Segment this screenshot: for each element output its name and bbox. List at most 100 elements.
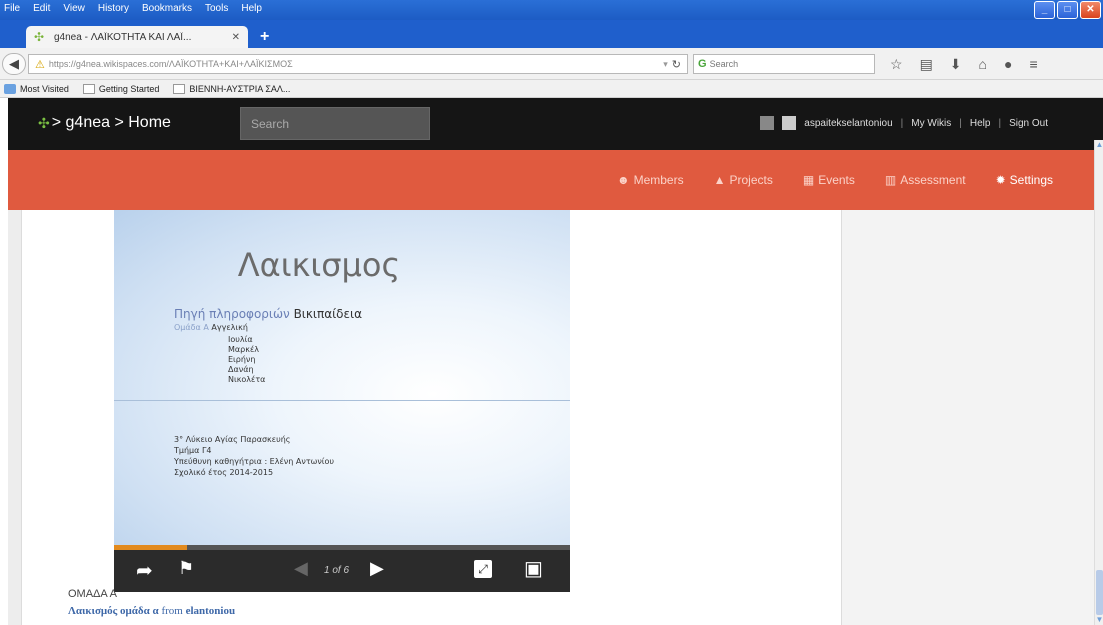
reload-icon[interactable]: ↻ <box>672 58 681 71</box>
scroll-thumb[interactable] <box>1096 570 1103 615</box>
member-name: Μαρκέλ <box>228 345 260 354</box>
close-window-button[interactable]: ✕ <box>1080 1 1101 19</box>
dropdown-icon[interactable]: ▾ <box>663 59 668 70</box>
embed-title[interactable]: Λαικισμός ομάδα α <box>68 605 159 617</box>
next-slide-icon[interactable]: ▶ <box>370 558 384 579</box>
account-links: aspaitekselantoniou | My Wikis | Help | … <box>760 116 1048 130</box>
browser-search-input[interactable]: G Search <box>693 54 875 74</box>
warning-icon: ⚠ <box>35 58 45 71</box>
most-visited-icon <box>4 83 16 94</box>
slide-title: Λαικισμος <box>237 246 401 284</box>
source-prefix: Πηγή πληροφοριών <box>174 307 290 321</box>
source-name: Βικιπαίδεια <box>293 307 362 321</box>
bookmark-star-icon[interactable]: ☆ <box>890 56 903 73</box>
search-engine-icon[interactable]: G <box>698 58 707 70</box>
nav-label: Members <box>633 173 684 187</box>
menu-history[interactable]: History <box>98 3 129 14</box>
menu-edit[interactable]: Edit <box>33 3 50 14</box>
menu-file[interactable]: File <box>4 3 20 14</box>
menu-tools[interactable]: Tools <box>205 3 228 14</box>
site-search-input[interactable]: Search <box>240 107 430 140</box>
toolbar-icons: ☆ ▤ ⬇ ⌂ ● ≡ <box>890 56 1038 73</box>
menu-bar: File Edit View History Bookmarks Tools H… <box>4 3 262 14</box>
bookmarks-menu-icon[interactable]: ▤ <box>920 56 933 73</box>
info-line: 3° Λύκειο Αγίας Παρασκευής <box>174 435 291 444</box>
group-prefix: Ομάδα Α <box>174 323 209 332</box>
menu-bookmarks[interactable]: Bookmarks <box>142 3 192 14</box>
slide-viewer[interactable]: Λαικισμος Πηγή πληροφοριών Βικιπαίδεια Ο… <box>114 210 570 545</box>
slide-progress-fill <box>114 545 187 550</box>
info-line: Σχολικό έτος 2014-2015 <box>174 468 274 477</box>
previous-slide-icon[interactable]: ◀ <box>294 558 308 579</box>
nav-members[interactable]: ☻ Members <box>617 173 684 187</box>
username-link[interactable]: aspaitekselantoniou <box>804 118 892 129</box>
slide-progress-bar[interactable] <box>114 545 570 550</box>
flag-icon[interactable]: ⚑ <box>178 558 194 579</box>
fullscreen-icon[interactable]: ⤢ <box>474 560 492 578</box>
slide-source: Πηγή πληροφοριών Βικιπαίδεια <box>174 307 362 321</box>
separator: | <box>959 117 962 129</box>
new-tab-icon[interactable]: + <box>260 28 269 46</box>
nav-assessment[interactable]: ▥ Assessment <box>885 173 966 187</box>
browser-tab[interactable]: ✣ g4nea - ΛΑΪΚΟΤΗΤΑ ΚΑΙ ΛΑΪ... ✕ <box>26 26 248 48</box>
page-icon <box>173 83 186 94</box>
share-icon[interactable]: ➦ <box>136 558 153 583</box>
url-bar[interactable]: ⚠ https://g4nea.wikispaces.com/ΛΑΪΚΟΤΗΤΑ… <box>28 54 688 74</box>
bookmark-vienna[interactable]: ΒΙΕΝΝΗ-ΑΥΣΤΡΙΑ ΣΑΛ... <box>173 83 291 94</box>
tab-strip: ✣ g4nea - ΛΑΪΚΟΤΗΤΑ ΚΑΙ ΛΑΪ... ✕ + <box>0 20 1103 48</box>
embed-source-link[interactable]: Λαικισμός ομάδα α from elantoniou <box>68 605 235 617</box>
close-tab-icon[interactable]: ✕ <box>232 32 240 43</box>
site-header: ✣ > g4nea > Home Search aspaitekselanton… <box>8 98 1103 150</box>
nav-label: Settings <box>1009 173 1053 187</box>
member-name: Δανάη <box>228 365 254 374</box>
chat-icon[interactable]: ● <box>1004 56 1012 73</box>
url-text: https://g4nea.wikispaces.com/ΛΑΪΚΟΤΗΤΑ+Κ… <box>48 59 293 69</box>
bookmark-getting-started[interactable]: Getting Started <box>82 83 160 94</box>
nav-label: Assessment <box>900 173 966 187</box>
bookmark-label: Getting Started <box>98 83 160 94</box>
settings-icon: ✹ <box>995 173 1006 187</box>
site-logo[interactable]: ✣ > g4nea > Home <box>38 114 171 132</box>
page-icon <box>82 83 95 94</box>
home-icon[interactable]: ⌂ <box>979 56 987 73</box>
menu-view[interactable]: View <box>63 3 85 14</box>
menu-help[interactable]: Help <box>241 3 262 14</box>
grid-icon[interactable] <box>760 116 775 130</box>
navigation-toolbar: ◀ ⚠ https://g4nea.wikispaces.com/ΛΑΪΚΟΤΗ… <box>0 48 1103 80</box>
minimize-button[interactable]: _ <box>1034 1 1055 19</box>
embed-author[interactable]: elantoniou <box>186 605 236 617</box>
help-link[interactable]: Help <box>970 118 991 129</box>
browser-search-placeholder: Search <box>709 59 739 69</box>
bookmark-most-visited[interactable]: Most Visited <box>4 83 69 94</box>
hamburger-menu-icon[interactable]: ≡ <box>1029 56 1037 73</box>
downloads-icon[interactable]: ⬇ <box>950 56 962 73</box>
member-name: Νικολέτα <box>228 375 266 384</box>
slide-school-info: 3° Λύκειο Αγίας Παρασκευής Τμήμα Γ4 Υπεύ… <box>174 434 334 478</box>
bookmarks-toolbar: Most Visited Getting Started ΒΙΕΝΝΗ-ΑΥΣΤ… <box>0 80 1103 98</box>
projects-icon: ▲ <box>713 173 726 187</box>
back-arrow-icon[interactable]: ◀ <box>2 53 26 75</box>
bookmark-label: ΒΙΕΝΝΗ-ΑΥΣΤΡΙΑ ΣΑΛ... <box>189 83 291 94</box>
slide-member-list: Ιουλία Μαρκέλ Ειρήνη Δανάη Νικολέτα <box>228 335 265 385</box>
slide-group: Ομάδα Α Αγγελική <box>174 323 248 332</box>
scroll-down-icon[interactable]: ▼ <box>1095 615 1103 625</box>
wikispaces-logo-icon: ✣ <box>38 114 50 131</box>
user-avatar-icon[interactable] <box>782 116 797 130</box>
nav-events[interactable]: ▦ Events <box>803 173 855 187</box>
slide-player-controls: ➦ ⚑ ◀ 1 of 6 ▶ ⤢ ▣ <box>114 545 570 592</box>
maximize-button[interactable]: □ <box>1057 1 1078 19</box>
window-titlebar: File Edit View History Bookmarks Tools H… <box>0 0 1103 20</box>
assessment-icon: ▥ <box>884 173 897 187</box>
nav-label: Projects <box>729 173 773 187</box>
slide-counter: 1 of 6 <box>324 565 350 576</box>
site-favicon-icon: ✣ <box>34 30 45 44</box>
tab-title: g4nea - ΛΑΪΚΟΤΗΤΑ ΚΑΙ ΛΑΪ... <box>54 31 192 43</box>
nav-projects[interactable]: ▲ Projects <box>714 173 773 187</box>
scroll-up-icon[interactable]: ▲ <box>1095 140 1103 150</box>
page-scrollbar[interactable]: ▲ ▼ <box>1094 140 1103 625</box>
slideshare-logo-icon[interactable]: ▣ <box>524 556 543 581</box>
site-nav: ☻ Members ▲ Projects ▦ Events ▥ Assessment ✹… <box>8 150 1103 210</box>
my-wikis-link[interactable]: My Wikis <box>911 118 951 129</box>
nav-settings[interactable]: ✹ Settings <box>996 173 1053 187</box>
sign-out-link[interactable]: Sign Out <box>1009 118 1048 129</box>
